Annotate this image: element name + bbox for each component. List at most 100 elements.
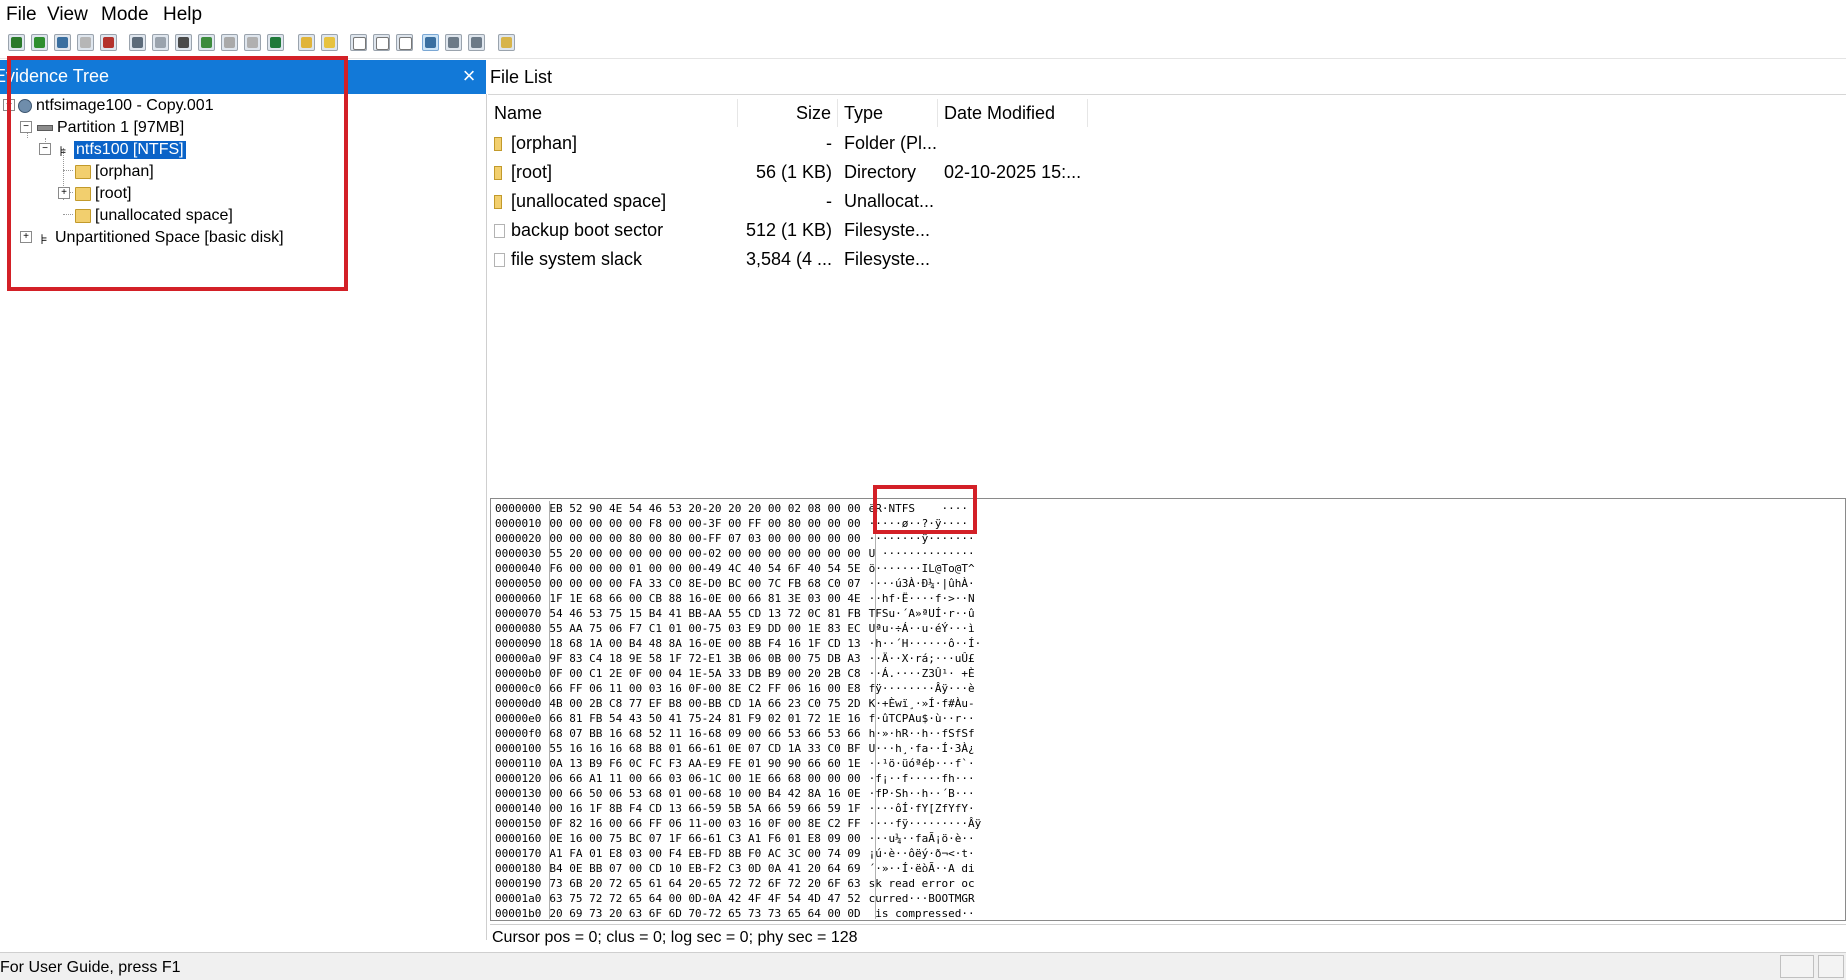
- tree-expander[interactable]: +: [58, 187, 70, 199]
- tree-item-orphan[interactable]: [orphan]: [75, 161, 154, 183]
- add-evidence-icon[interactable]: [8, 34, 25, 51]
- menu-file[interactable]: File: [6, 4, 37, 26]
- hex-offset: 0000140: [495, 802, 542, 815]
- filesystem-icon: ⊧: [59, 143, 67, 159]
- table-row[interactable]: [unallocated space] - Unallocat...: [488, 187, 1088, 216]
- cell-date: [944, 245, 1088, 274]
- hex-line[interactable]: 0000010 00 00 00 00 00 F8 00 00-3F 00 FF …: [495, 516, 968, 531]
- export-files-icon[interactable]: [152, 34, 169, 51]
- hex-ascii: ëR·NTFS ····: [868, 502, 968, 515]
- menu-view[interactable]: View: [47, 4, 88, 26]
- tree-item-root[interactable]: [root]: [75, 183, 131, 205]
- hex-offset: 00000f0: [495, 727, 542, 740]
- table-row[interactable]: backup boot sector 512 (1 KB) Filesyste.…: [488, 216, 1088, 245]
- hex-line[interactable]: 00001a0 63 75 72 72 65 64 00 0D-0A 42 4F …: [495, 891, 975, 906]
- table-row[interactable]: [orphan] - Folder (Pl...: [488, 129, 1088, 158]
- hex-line[interactable]: 0000060 1F 1E 68 66 00 CB 88 16-0E 00 66 …: [495, 591, 975, 606]
- hex-line[interactable]: 0000170 A1 FA 01 E8 03 00 F4 EB-FD 8B F0 …: [495, 846, 975, 861]
- hex-line[interactable]: 0000140 00 16 1F 8B F4 CD 13 66-59 5B 5A …: [495, 801, 975, 816]
- hex-ascii: ·····ø··?·ÿ····: [868, 517, 968, 530]
- hex-line[interactable]: 0000130 00 66 50 06 53 68 01 00-68 10 00 …: [495, 786, 975, 801]
- hex-line[interactable]: 0000090 18 68 1A 00 B4 48 8A 16-0E 00 8B …: [495, 636, 981, 651]
- hex-line[interactable]: 0000040 F6 00 00 00 01 00 00 00-49 4C 40 …: [495, 561, 975, 576]
- filesystem-icon: ⊧: [40, 231, 48, 247]
- menu-help[interactable]: Help: [163, 4, 202, 26]
- hex-line[interactable]: 0000150 0F 82 16 00 66 FF 06 11-00 03 16 …: [495, 816, 981, 831]
- create-disk-image-icon[interactable]: [129, 34, 146, 51]
- hex-ascii: Uªu·÷Á··u·éÝ···ì: [868, 622, 975, 635]
- hex-line[interactable]: 0000190 73 6B 20 72 65 61 64 20-65 72 72 …: [495, 876, 975, 891]
- tree-expander[interactable]: +: [20, 231, 32, 243]
- hex-line[interactable]: 00000e0 66 81 FB 54 43 50 41 75-24 81 F9 …: [495, 711, 975, 726]
- tree-item-unpartitioned[interactable]: ⊧ Unpartitioned Space [basic disk]: [37, 227, 284, 249]
- close-icon[interactable]: ×: [456, 63, 482, 89]
- tree-item-label: Unpartitioned Space [basic disk]: [55, 229, 284, 246]
- file-list-icon[interactable]: [373, 34, 390, 51]
- tree-item-partition[interactable]: Partition 1 [97MB]: [37, 117, 184, 139]
- column-header-type[interactable]: Type: [838, 99, 938, 127]
- hex-line[interactable]: 0000120 06 66 A1 11 00 66 03 06-1C 00 1E …: [495, 771, 975, 786]
- hex-ascii: K·+Èwï¸·»Í·f#Àu-: [868, 697, 975, 710]
- table-row[interactable]: [root] 56 (1 KB) Directory 02-10-2025 15…: [488, 158, 1088, 187]
- tree-expander[interactable]: −: [39, 143, 51, 155]
- view-mode-auto-icon[interactable]: [422, 34, 439, 51]
- hex-line[interactable]: 00000d0 4B 00 2B C8 77 EF B8 00-BB CD 1A …: [495, 696, 975, 711]
- hex-bytes: 0F 82 16 00 66 FF 06 11-00 03 16 0F 00 8…: [549, 817, 861, 830]
- hex-offset: 0000080: [495, 622, 542, 635]
- hex-ascii: U ··············: [868, 547, 975, 560]
- properties-icon[interactable]: [396, 34, 413, 51]
- image-mounting-icon[interactable]: [298, 34, 315, 51]
- add-folder-icon[interactable]: [54, 34, 71, 51]
- hex-line[interactable]: 00001b0 20 69 73 20 63 6F 6D 70-72 65 73 …: [495, 906, 975, 921]
- detect-encryption-icon[interactable]: [267, 34, 284, 51]
- hex-bytes: 73 6B 20 72 65 61 64 20-65 72 72 6F 72 2…: [549, 877, 861, 890]
- hex-line[interactable]: 0000160 0E 16 00 75 BC 07 1F 66-61 C3 A1 …: [495, 831, 975, 846]
- column-header-date[interactable]: Date Modified: [938, 99, 1088, 127]
- help-icon[interactable]: [498, 34, 515, 51]
- hex-offset: 0000150: [495, 817, 542, 830]
- hex-line[interactable]: 0000110 0A 13 B9 F6 0C FC F3 AA-E9 FE 01 …: [495, 756, 975, 771]
- hex-line[interactable]: 00000f0 68 07 BB 16 68 52 11 16-68 09 00 …: [495, 726, 975, 741]
- tree-item-image[interactable]: ntfsimage100 - Copy.001: [18, 95, 214, 117]
- hex-line[interactable]: 0000030 55 20 00 00 00 00 00 00-02 00 00 …: [495, 546, 975, 561]
- hex-line[interactable]: 00000c0 66 FF 06 11 00 03 16 0F-00 8E C2 …: [495, 681, 975, 696]
- hex-line[interactable]: 00000b0 0F 00 C1 2E 0F 00 04 1E-5A 33 DB …: [495, 666, 975, 681]
- tree-connector: [63, 170, 73, 171]
- tree-expander[interactable]: −: [3, 99, 15, 111]
- tree-item-unallocated[interactable]: [unallocated space]: [75, 205, 233, 227]
- hex-line[interactable]: 0000000 EB 52 90 4E 54 46 53 20-20 20 20 …: [495, 501, 968, 516]
- file-list-table: Name Size Type Date Modified [orphan] - …: [488, 95, 1846, 495]
- hex-bytes: 55 AA 75 06 F7 C1 01 00-75 03 E9 DD 00 1…: [549, 622, 861, 635]
- hex-line[interactable]: 0000100 55 16 16 16 68 B8 01 66-61 0E 07 …: [495, 741, 975, 756]
- obtain-protected-icon[interactable]: [221, 34, 238, 51]
- remove-all-icon[interactable]: [100, 34, 117, 51]
- hex-ascii: is compressed··: [868, 907, 975, 920]
- tree-expander[interactable]: −: [20, 121, 32, 133]
- add-image-icon[interactable]: [31, 34, 48, 51]
- hex-line[interactable]: 0000050 00 00 00 00 FA 33 C0 8E-D0 BC 00 …: [495, 576, 975, 591]
- capture-memory-icon[interactable]: [244, 34, 261, 51]
- cursor-status-text: Cursor pos = 0; clus = 0; log sec = 0; p…: [492, 929, 858, 946]
- hex-line[interactable]: 00000a0 9F 83 C4 18 9E 58 1F 72-E1 3B 06 …: [495, 651, 975, 666]
- hex-ascii: ´·»··Í·ëòÃ··A di: [868, 862, 975, 875]
- hex-line[interactable]: 0000080 55 AA 75 06 F7 C1 01 00-75 03 E9 …: [495, 621, 975, 636]
- verify-drive-icon[interactable]: [198, 34, 215, 51]
- custom-content-icon[interactable]: [321, 34, 338, 51]
- cell-type: Directory: [844, 162, 917, 182]
- folder-icon: [494, 166, 502, 181]
- menu-mode[interactable]: Mode: [101, 4, 149, 26]
- tree-item-ntfs-volume[interactable]: ⊧ ntfs100 [NTFS]: [56, 139, 186, 161]
- view-mode-hex-icon[interactable]: [468, 34, 485, 51]
- hex-line[interactable]: 0000020 00 00 00 00 80 00 80 00-FF 07 03 …: [495, 531, 975, 546]
- table-row[interactable]: file system slack 3,584 (4 ... Filesyste…: [488, 245, 1088, 274]
- decrypt-icon[interactable]: [350, 34, 367, 51]
- export-hash-icon[interactable]: [175, 34, 192, 51]
- hex-line[interactable]: 0000070 54 46 53 75 15 B4 41 BB-AA 55 CD …: [495, 606, 975, 621]
- hex-viewer[interactable]: 0000000 EB 52 90 4E 54 46 53 20-20 20 20 …: [490, 498, 1846, 921]
- remove-evidence-icon[interactable]: [77, 34, 94, 51]
- hex-line[interactable]: 0000180 B4 0E BB 07 00 CD 10 EB-F2 C3 0D …: [495, 861, 975, 876]
- column-header-name[interactable]: Name: [488, 99, 738, 127]
- column-header-size[interactable]: Size: [738, 99, 838, 127]
- cell-name: backup boot sector: [511, 220, 664, 240]
- view-mode-text-icon[interactable]: [445, 34, 462, 51]
